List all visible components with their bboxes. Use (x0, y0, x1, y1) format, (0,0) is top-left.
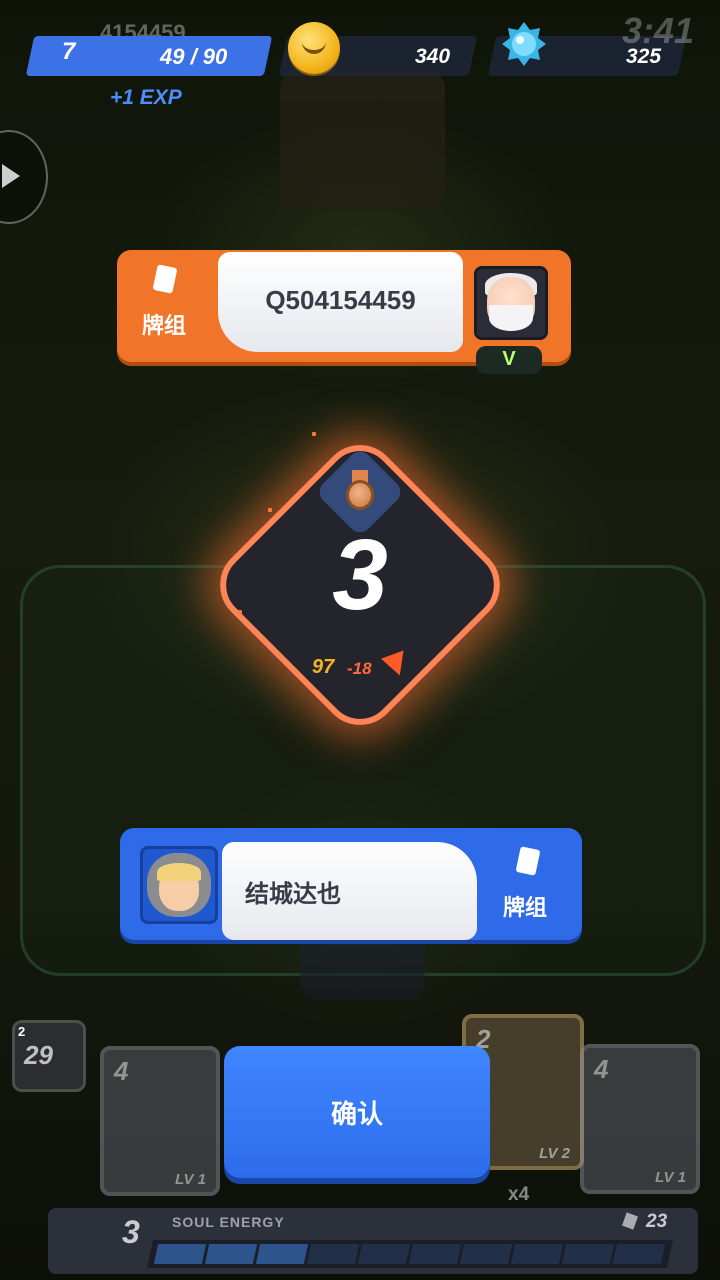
card-multiplier: x4 (508, 1184, 530, 1205)
opponent-name: Q504154459 (265, 285, 416, 315)
experience-progress: 49 / 90 (160, 44, 228, 69)
energy-segment-empty (306, 1244, 360, 1264)
spark (238, 610, 242, 614)
card-cost: 4 (114, 1056, 129, 1086)
confirm-button[interactable]: 确认 (224, 1046, 490, 1178)
energy-segment-empty (612, 1244, 666, 1264)
hand-card[interactable]: 4 LV 1 (580, 1044, 700, 1194)
energy-count: 3 (122, 1214, 140, 1250)
bronze-medal-icon (346, 480, 374, 510)
exp-gain-text: +1 EXP (110, 86, 182, 109)
player-name: 结城达也 (245, 881, 341, 908)
deck-remaining: 23 (646, 1211, 668, 1232)
coin-icon (288, 22, 340, 74)
energy-segment-filled (204, 1244, 258, 1264)
energy-bar (147, 1240, 673, 1268)
card-level: LV 2 (539, 1145, 570, 1162)
card-level: LV 1 (655, 1169, 686, 1186)
match-clock: 3:41 (622, 10, 695, 51)
spark (312, 432, 316, 436)
rank-score: 97 (312, 656, 335, 678)
energy-segment-empty (408, 1244, 462, 1264)
opponent-avatar[interactable] (474, 266, 548, 340)
next-card-value: 29 (24, 1040, 53, 1070)
energy-segment-filled (255, 1244, 309, 1264)
player-deck-button[interactable]: 牌组 (503, 890, 547, 922)
opponent-rank-badge-text: V (502, 348, 516, 370)
card-level: LV 1 (175, 1171, 206, 1188)
player-level: 7 (62, 38, 76, 65)
rank-delta: -18 (347, 659, 372, 678)
energy-segment-empty (459, 1244, 513, 1264)
energy-label: SOUL ENERGY (172, 1214, 285, 1230)
energy-segment-filled (153, 1244, 207, 1264)
player-avatar[interactable] (140, 846, 218, 924)
spark (268, 508, 272, 512)
next-card-cost: 2 (18, 1024, 26, 1039)
hand-card[interactable]: 4 LV 1 (100, 1046, 220, 1196)
rank-number: 3 (332, 519, 388, 631)
energy-segment-empty (561, 1244, 615, 1264)
card-cost: 4 (594, 1054, 609, 1084)
coin-count: 340 (415, 45, 451, 68)
energy-segment-empty (357, 1244, 411, 1264)
gem-icon (502, 22, 546, 66)
opponent-deck-label: 牌组 (142, 313, 187, 338)
energy-segment-empty (510, 1244, 564, 1264)
